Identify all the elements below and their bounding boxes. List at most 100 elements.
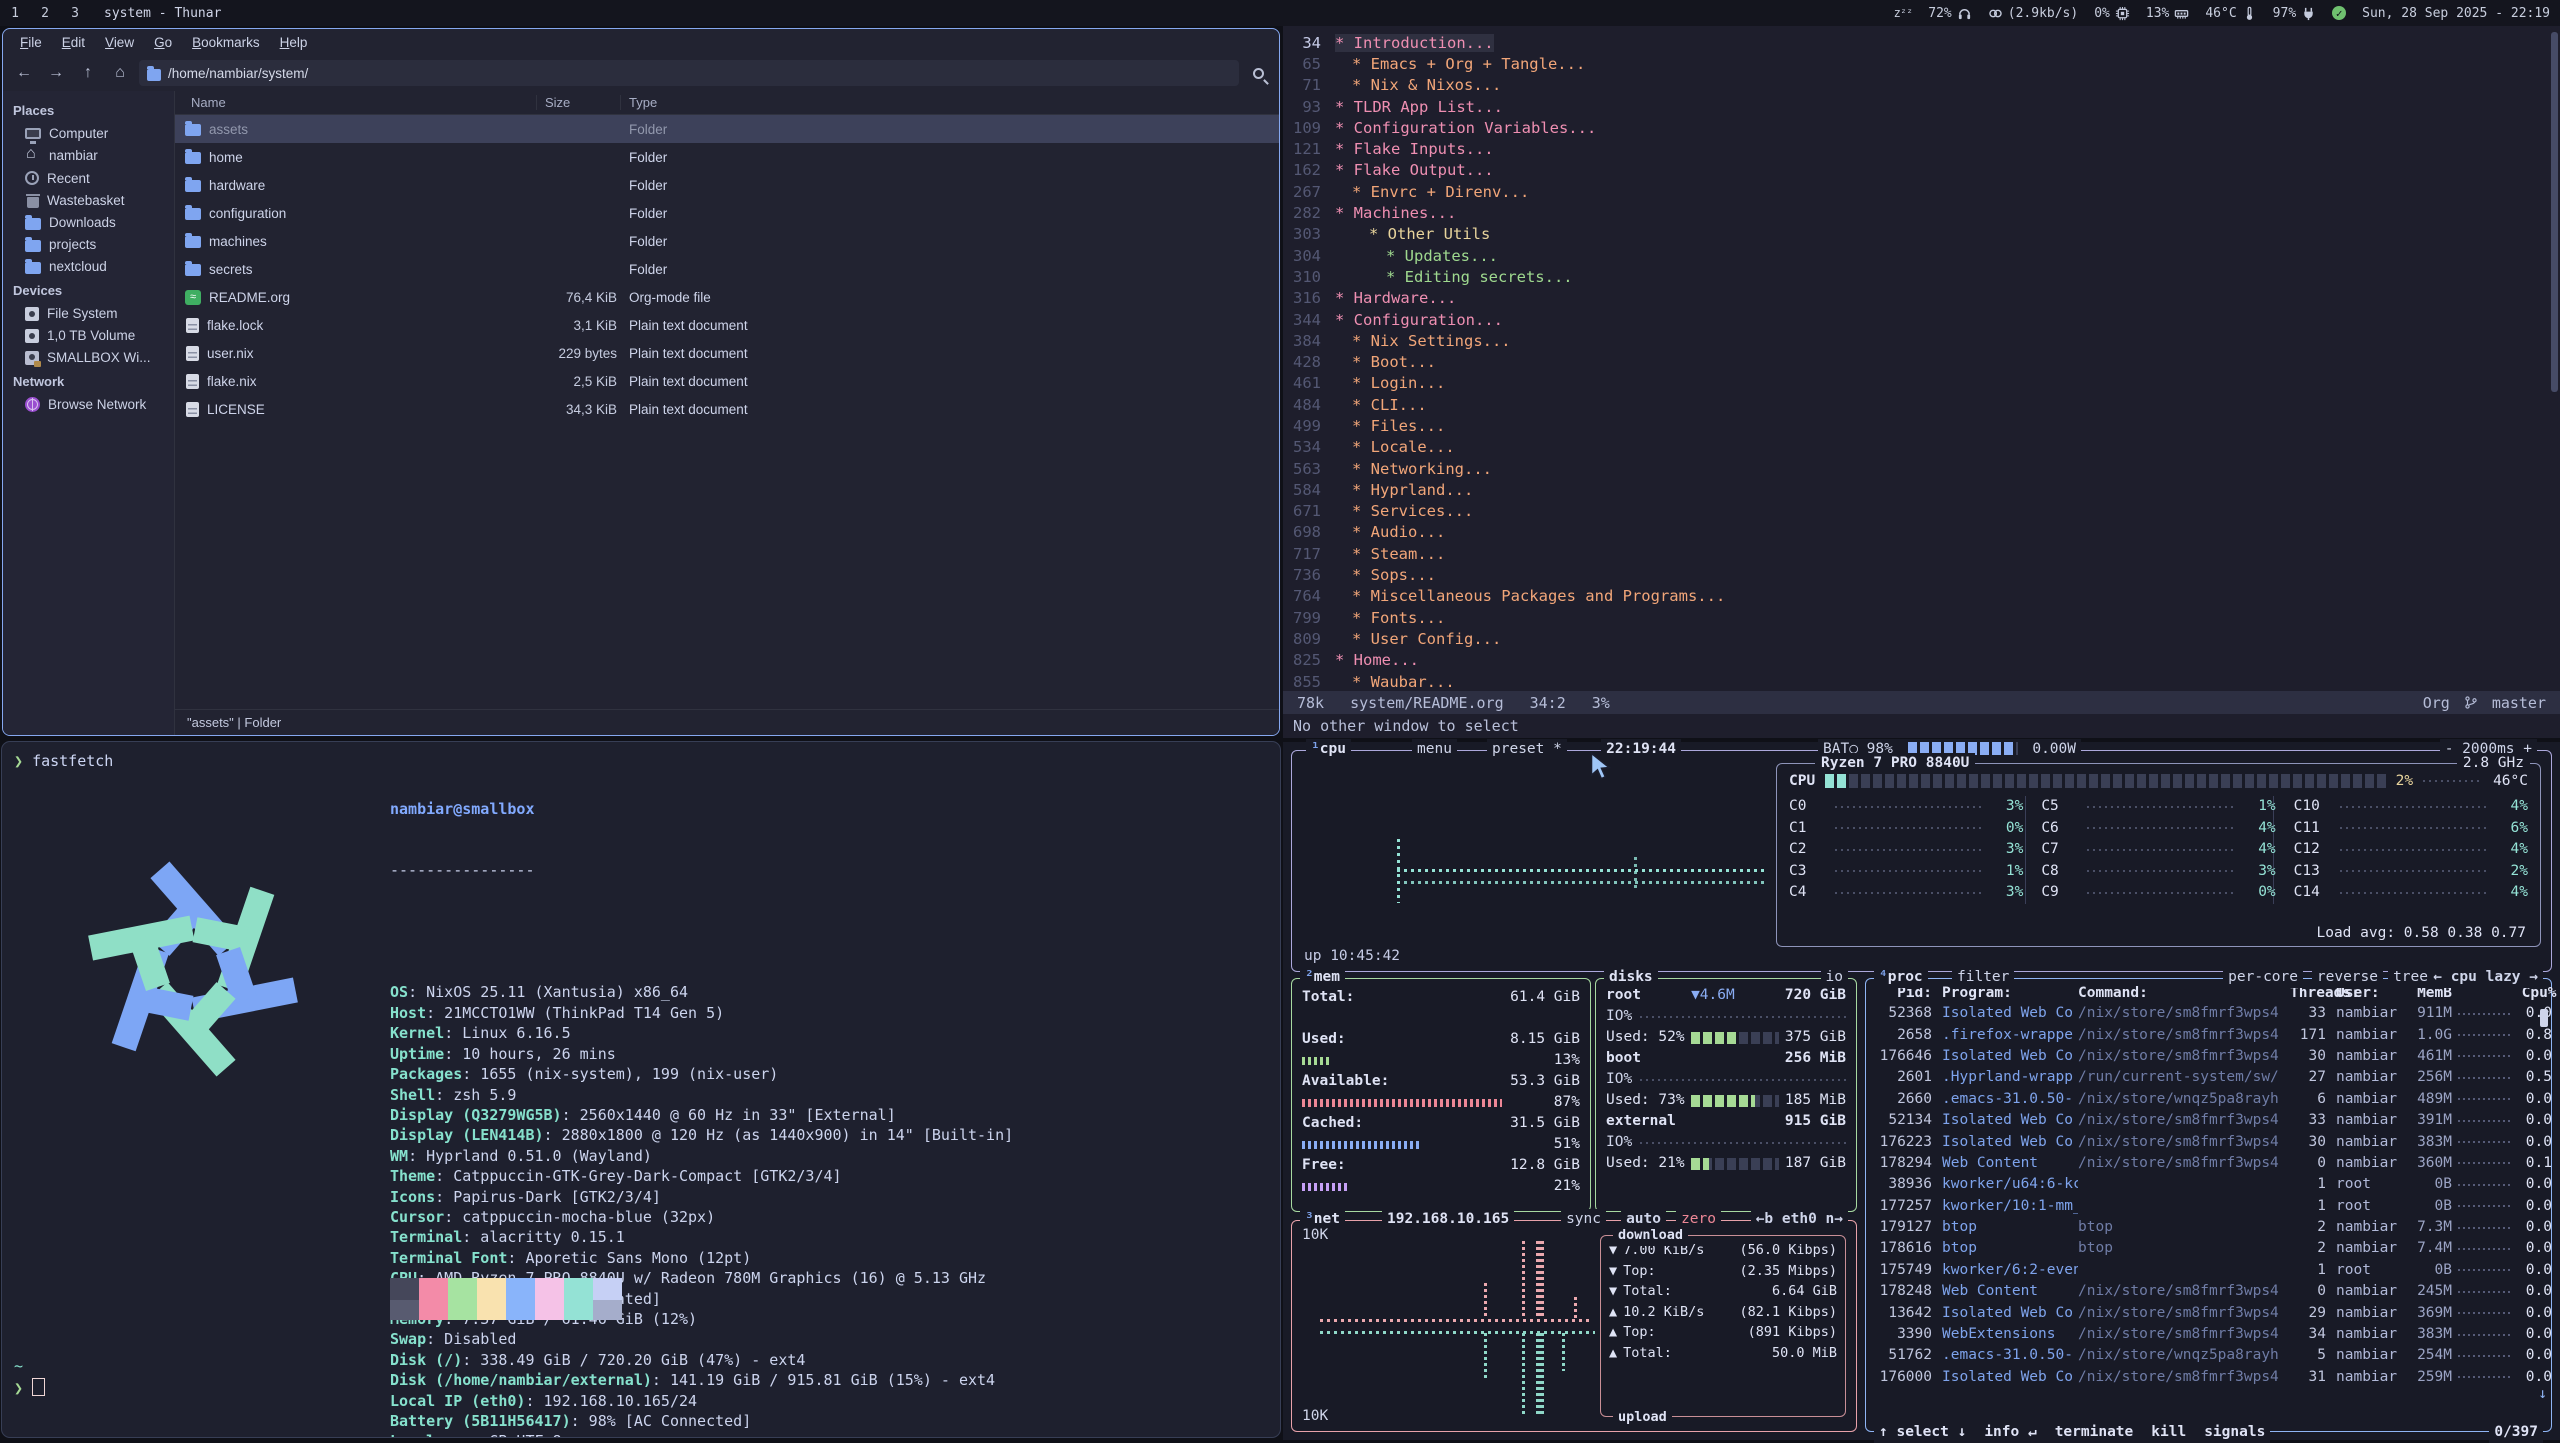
- workspace-button[interactable]: 2: [30, 0, 60, 26]
- org-heading-line[interactable]: 121 * Flake Inputs...: [1283, 138, 2560, 159]
- net-sync-button[interactable]: sync: [1561, 1209, 1606, 1230]
- home-button[interactable]: ⌂: [107, 60, 133, 86]
- column-name[interactable]: Name: [175, 95, 537, 110]
- process-row[interactable]: 13642 Isolated Web Co /nix/store/sm8fmrf…: [1866, 1302, 2551, 1323]
- org-heading-line[interactable]: 584 * Hyprland...: [1283, 479, 2560, 500]
- clock[interactable]: Sun, 28 Sep 2025 - 22:19: [2362, 6, 2550, 21]
- process-row[interactable]: 176000 Isolated Web Co /nix/store/sm8fmr…: [1866, 1367, 2551, 1388]
- process-row[interactable]: 2601 .Hyprland-wrapp /run/current-system…: [1866, 1067, 2551, 1088]
- file-row[interactable]: configuration Folder: [175, 199, 1279, 227]
- sidebar-item[interactable]: Downloads: [3, 211, 174, 233]
- updates-check-icon[interactable]: ✓: [2332, 6, 2346, 20]
- file-row[interactable]: flake.lock 3,1 KiB Plain text document: [175, 311, 1279, 339]
- process-row[interactable]: 2658 .firefox-wrappe /nix/store/sm8fmrf3…: [1866, 1024, 2551, 1045]
- memory-status[interactable]: 13%: [2146, 6, 2189, 21]
- menu-item[interactable]: View: [96, 32, 143, 53]
- org-heading-line[interactable]: 428 * Boot...: [1283, 351, 2560, 372]
- org-heading-line[interactable]: 93 * TLDR App List...: [1283, 96, 2560, 117]
- org-heading-line[interactable]: 65 * Emacs + Org + Tangle...: [1283, 53, 2560, 74]
- org-heading-line[interactable]: 304 * Updates...: [1283, 245, 2560, 266]
- sort-column-switch[interactable]: ← cpu lazy →: [2428, 967, 2543, 988]
- temperature-status[interactable]: 46°C: [2205, 6, 2256, 21]
- sidebar-item[interactable]: nextcloud: [3, 255, 174, 277]
- search-button[interactable]: [1245, 60, 1271, 86]
- process-row[interactable]: 51762 .emacs-31.0.50- /nix/store/wnqz5pa…: [1866, 1345, 2551, 1366]
- workspace-button[interactable]: 3: [60, 0, 90, 26]
- org-heading-line[interactable]: 563 * Networking...: [1283, 458, 2560, 479]
- sidebar-network-item[interactable]: Browse Network: [3, 393, 174, 415]
- battery-status[interactable]: 97%: [2273, 6, 2316, 21]
- process-row[interactable]: 176223 Isolated Web Co /nix/store/sm8fmr…: [1866, 1131, 2551, 1152]
- tree-button[interactable]: tree: [2388, 967, 2433, 988]
- org-heading-line[interactable]: 316 * Hardware...: [1283, 288, 2560, 309]
- org-heading-line[interactable]: 825 * Home...: [1283, 650, 2560, 671]
- process-row[interactable]: 177257 kworker/10:1-mm_ 1 root 0B 0.0: [1866, 1196, 2551, 1217]
- cpu-status[interactable]: 0%: [2094, 6, 2130, 21]
- process-row[interactable]: 178248 Web Content /nix/store/sm8fmrf3wp…: [1866, 1281, 2551, 1302]
- file-row[interactable]: home Folder: [175, 143, 1279, 171]
- menu-button[interactable]: menu: [1412, 739, 1457, 760]
- process-row[interactable]: 176646 Isolated Web Co /nix/store/sm8fmr…: [1866, 1046, 2551, 1067]
- terminal-cursor[interactable]: [32, 1378, 45, 1396]
- org-heading-line[interactable]: 344 * Configuration...: [1283, 309, 2560, 330]
- column-type[interactable]: Type: [621, 95, 1279, 110]
- file-row[interactable]: assets Folder: [175, 115, 1279, 143]
- menu-item[interactable]: Edit: [53, 32, 94, 53]
- io-mode-button[interactable]: io: [1821, 967, 1848, 988]
- back-button[interactable]: ←: [11, 60, 37, 86]
- org-heading-line[interactable]: 764 * Miscellaneous Packages and Program…: [1283, 586, 2560, 607]
- org-heading-line[interactable]: 109 * Configuration Variables...: [1283, 117, 2560, 138]
- org-heading-line[interactable]: 282 * Machines...: [1283, 202, 2560, 223]
- per-core-button[interactable]: per-core: [2223, 967, 2303, 988]
- org-heading-line[interactable]: 303 * Other Utils: [1283, 224, 2560, 245]
- file-row[interactable]: hardware Folder: [175, 171, 1279, 199]
- org-heading-line[interactable]: 809 * User Config...: [1283, 628, 2560, 649]
- workspace-button[interactable]: 1: [0, 0, 30, 26]
- cpu-box-title[interactable]: ¹cpu: [1306, 739, 1351, 760]
- org-heading-line[interactable]: 71 * Nix & Nixos...: [1283, 75, 2560, 96]
- sidebar-device[interactable]: SMALLBOX Wi...: [3, 346, 174, 368]
- menu-item[interactable]: Help: [271, 32, 317, 53]
- org-heading-line[interactable]: 799 * Fonts...: [1283, 607, 2560, 628]
- org-heading-line[interactable]: 267 * Envrc + Direnv...: [1283, 181, 2560, 202]
- process-row[interactable]: 178294 Web Content /nix/store/sm8fmrf3wp…: [1866, 1153, 2551, 1174]
- process-row[interactable]: 2660 .emacs-31.0.50- /nix/store/wnqz5pa8…: [1866, 1089, 2551, 1110]
- sidebar-item[interactable]: Computer: [3, 122, 174, 144]
- org-heading-line[interactable]: 484 * CLI...: [1283, 394, 2560, 415]
- org-heading-line[interactable]: 461 * Login...: [1283, 373, 2560, 394]
- org-heading-line[interactable]: 736 * Sops...: [1283, 564, 2560, 585]
- menu-item[interactable]: Go: [145, 32, 181, 53]
- process-row[interactable]: 179127 btop btop 2 nambiar 7.3M 0.0: [1866, 1217, 2551, 1238]
- file-row[interactable]: user.nix 229 bytes Plain text document: [175, 339, 1279, 367]
- file-row[interactable]: README.org 76,4 KiB Org-mode file: [175, 283, 1279, 311]
- process-row[interactable]: 3390 WebExtensions /nix/store/sm8fmrf3wp…: [1866, 1324, 2551, 1345]
- org-heading-line[interactable]: 717 * Steam...: [1283, 543, 2560, 564]
- org-heading-line[interactable]: 162 * Flake Output...: [1283, 160, 2560, 181]
- file-row[interactable]: machines Folder: [175, 227, 1279, 255]
- up-button[interactable]: ↑: [75, 60, 101, 86]
- org-heading-line[interactable]: 384 * Nix Settings...: [1283, 330, 2560, 351]
- org-heading-line[interactable]: 310 * Editing secrets...: [1283, 266, 2560, 287]
- process-row[interactable]: 178616 btop btop 2 nambiar 7.4M 0.0: [1866, 1238, 2551, 1259]
- org-heading-line[interactable]: 499 * Files...: [1283, 415, 2560, 436]
- menu-item[interactable]: Bookmarks: [183, 32, 269, 53]
- emacs-scrollbar[interactable]: [2551, 32, 2558, 392]
- sidebar-item[interactable]: Recent: [3, 167, 174, 189]
- preset-button[interactable]: preset *: [1487, 739, 1567, 760]
- idle-inhibitor[interactable]: zᶻᶻ: [1894, 6, 1913, 20]
- file-row[interactable]: secrets Folder: [175, 255, 1279, 283]
- org-heading-line[interactable]: 534 * Locale...: [1283, 437, 2560, 458]
- menu-item[interactable]: File: [11, 32, 51, 53]
- volume-status[interactable]: 72%: [1928, 6, 1971, 21]
- process-row[interactable]: 52368 Isolated Web Co /nix/store/sm8fmrf…: [1866, 1003, 2551, 1024]
- sidebar-item[interactable]: projects: [3, 233, 174, 255]
- org-heading-line[interactable]: 671 * Services...: [1283, 501, 2560, 522]
- disks-box-title[interactable]: disks: [1604, 967, 1658, 988]
- process-row[interactable]: 38936 kworker/u64:6-kc 1 root 0B 0.0: [1866, 1174, 2551, 1195]
- process-row[interactable]: 175749 kworker/6:2-even 1 root 0B 0.0: [1866, 1260, 2551, 1281]
- mem-box-title[interactable]: ²mem: [1300, 967, 1345, 988]
- file-row[interactable]: LICENSE 34,3 KiB Plain text document: [175, 395, 1279, 423]
- path-bar[interactable]: /home/nambiar/system/: [139, 60, 1239, 86]
- proc-scrollbar-thumb[interactable]: [2540, 1009, 2548, 1027]
- file-row[interactable]: flake.nix 2,5 KiB Plain text document: [175, 367, 1279, 395]
